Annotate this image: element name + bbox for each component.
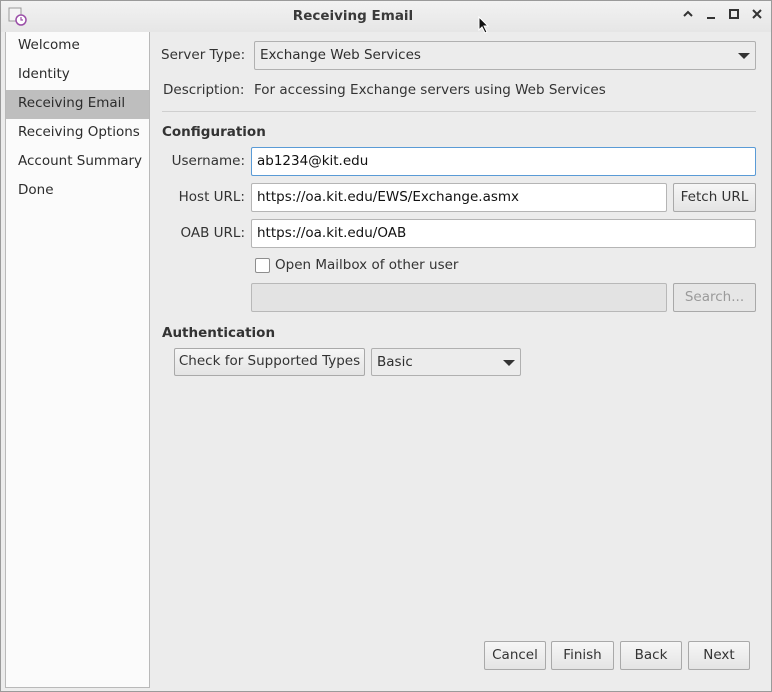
sidebar-item-welcome[interactable]: Welcome [6,32,149,61]
server-type-value: Exchange Web Services [260,47,421,63]
oab-url-label: OAB URL: [180,225,245,241]
cancel-button[interactable]: Cancel [484,641,546,670]
host-url-field[interactable]: https://oa.kit.edu/EWS/Exchange.asmx [251,183,667,212]
window-title: Receiving Email [292,8,414,24]
dropdown-arrow-icon [738,53,750,59]
back-button[interactable]: Back [620,641,682,670]
server-type-label: Server Type: [161,47,246,63]
sidebar-item-account-summary[interactable]: Account Summary [6,148,149,177]
mouse-pointer-icon [478,16,490,34]
sidebar-item-receiving-options[interactable]: Receiving Options [6,119,149,148]
maximize-icon [729,9,739,19]
auth-type-select[interactable]: Basic [371,348,521,376]
description-text: For accessing Exchange servers using Web… [254,82,606,98]
open-mailbox-checkbox[interactable] [255,258,270,273]
sidebar-item-identity[interactable]: Identity [6,61,149,90]
description-label: Description: [163,82,245,98]
oab-url-field[interactable]: https://oa.kit.edu/OAB [251,219,756,248]
check-supported-types-button[interactable]: Check for Supported Types [174,348,365,376]
configuration-heading: Configuration [162,124,266,140]
minimize-icon [707,17,715,19]
username-field[interactable]: ab1234@kit.edu [251,147,756,176]
fetch-url-button[interactable]: Fetch URL [673,183,756,212]
assistant-window: Receiving Email Welcome Identity Receivi… [0,0,772,692]
chevron-up-icon [683,10,693,17]
next-button[interactable]: Next [688,641,750,670]
close-button[interactable] [748,7,766,25]
dropdown-arrow-icon [503,360,515,366]
close-icon [752,9,762,19]
username-label: Username: [171,153,245,169]
open-mailbox-label[interactable]: Open Mailbox of other user [275,257,458,273]
authentication-heading: Authentication [162,325,276,341]
shade-button[interactable] [679,7,697,25]
search-button[interactable]: Search... [673,283,756,312]
minimize-button[interactable] [702,7,720,25]
sidebar-item-receiving-email[interactable]: Receiving Email [6,90,149,119]
host-url-label: Host URL: [178,189,245,205]
finish-button[interactable]: Finish [551,641,614,670]
separator [162,111,756,112]
other-user-field[interactable] [251,283,667,312]
maximize-button[interactable] [725,7,743,25]
auth-type-value: Basic [377,354,413,370]
title-bar[interactable]: Receiving Email [1,1,771,34]
page-list: Welcome Identity Receiving Email Receivi… [5,32,150,688]
sidebar-item-done[interactable]: Done [6,177,149,206]
server-type-select[interactable]: Exchange Web Services [254,41,756,70]
